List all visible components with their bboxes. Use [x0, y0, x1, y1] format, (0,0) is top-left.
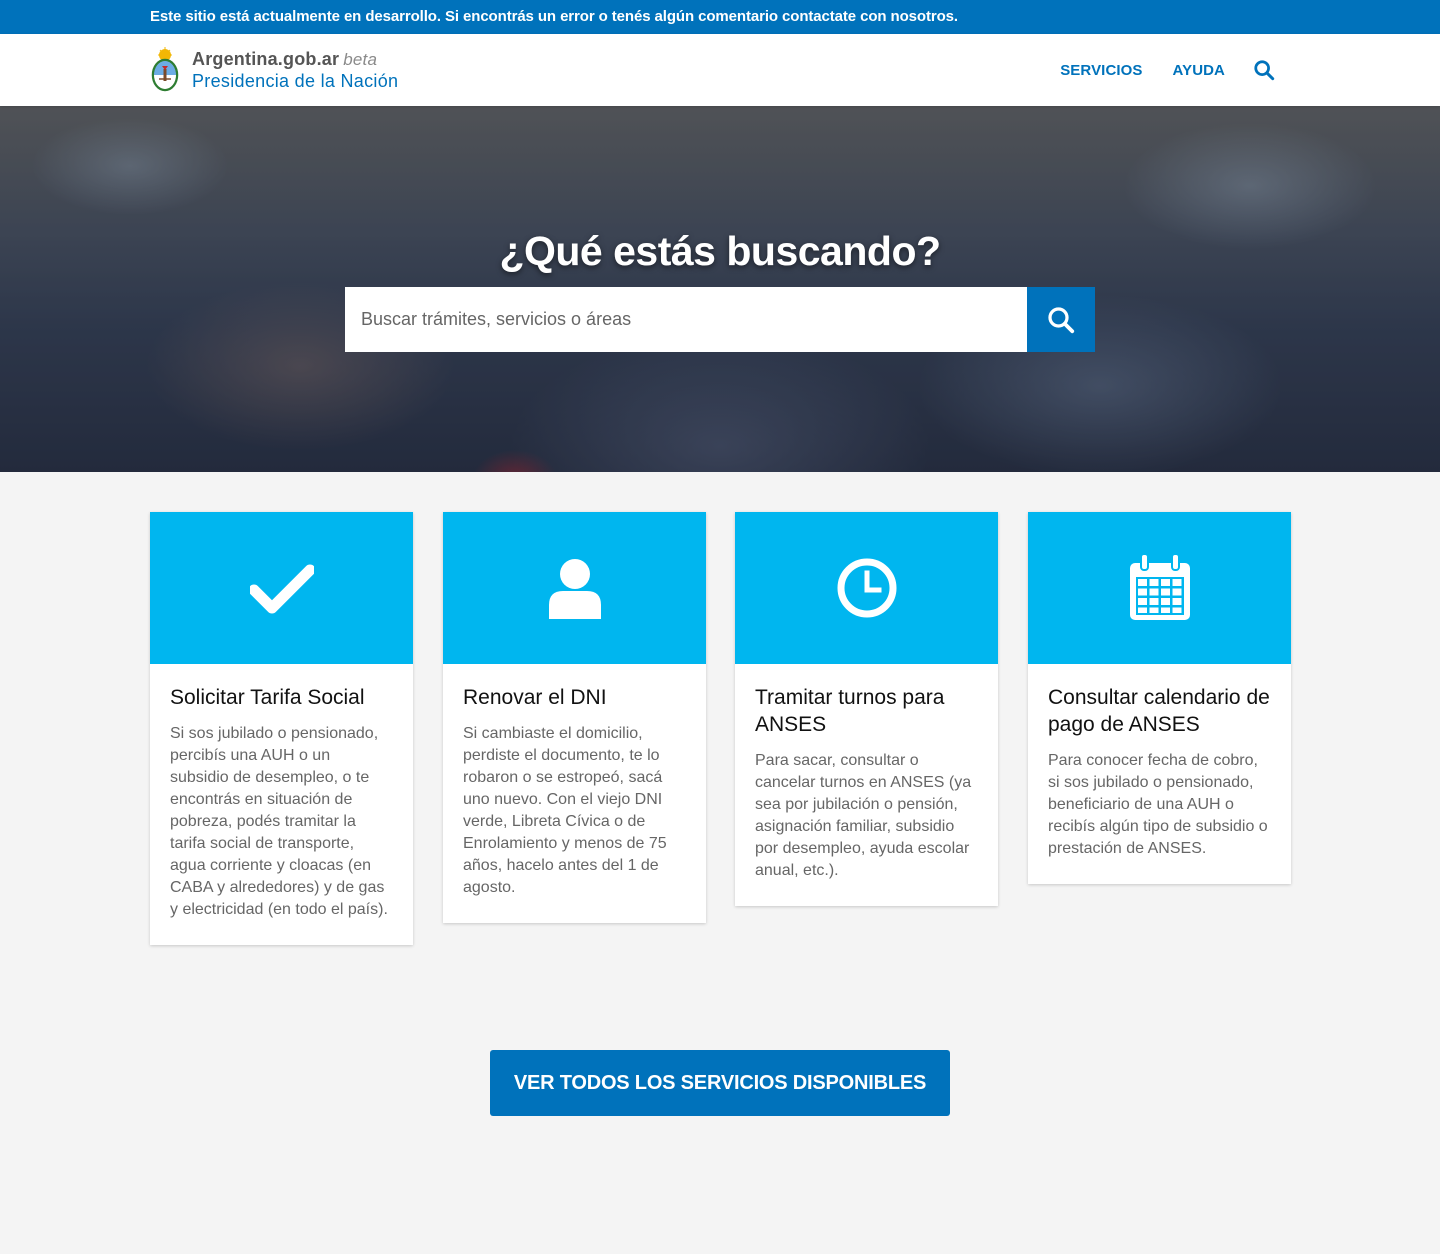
brand-subtitle: Presidencia de la Nación: [192, 70, 399, 91]
beta-notice-bar: Este sitio está actualmente en desarroll…: [0, 0, 1440, 34]
user-icon: [548, 559, 601, 619]
card-title: Renovar el DNI: [463, 686, 607, 709]
card-icon-area: [735, 512, 998, 664]
card-title: Solicitar Tarifa Social: [170, 686, 365, 709]
search-icon[interactable]: [1253, 59, 1275, 81]
brand-name: Argentina.gob.ar: [192, 48, 340, 69]
service-card-renovar-dni[interactable]: Renovar el DNI Si cambiaste el domicilio…: [443, 512, 706, 923]
hero-search-button[interactable]: [1027, 287, 1095, 352]
card-description: Para sacar, consultar o cancelar turnos …: [755, 752, 972, 879]
main-nav: SERVICIOS AYUDA: [1030, 34, 1275, 106]
service-card-calendario-anses[interactable]: Consultar calendario de pago de ANSES Pa…: [1028, 512, 1291, 884]
national-crest-icon: [151, 47, 179, 92]
hero-title: ¿Qué estás buscando?: [499, 228, 941, 274]
beta-label: beta: [343, 49, 378, 69]
service-card-turnos-anses[interactable]: Tramitar turnos para ANSES Para sacar, c…: [735, 512, 998, 906]
card-icon-area: [150, 512, 413, 664]
checkmark-icon: [249, 564, 314, 614]
card-description: Para conocer fecha de cobro, si sos jubi…: [1048, 752, 1268, 857]
card-title: Tramitar turnos para ANSES: [755, 686, 945, 736]
card-description: Si sos jubilado o pensionado, percibís u…: [170, 725, 388, 918]
card-icon-area: [443, 512, 706, 664]
card-description: Si cambiaste el domicilio, perdiste el d…: [463, 725, 667, 896]
card-title: Consultar calendario de pago de ANSES: [1048, 686, 1270, 736]
search-icon: [1048, 306, 1075, 333]
hero-banner: ¿Qué estás buscando?: [0, 106, 1440, 472]
calendar-icon: [1129, 553, 1190, 620]
clock-icon: [837, 558, 896, 618]
beta-notice-text: Este sitio está actualmente en desarroll…: [150, 8, 958, 25]
brand-logo-link[interactable]: Argentina.gob.ar beta Presidencia de la N…: [148, 44, 398, 96]
service-card-tarifa-social[interactable]: Solicitar Tarifa Social Si sos jubilado …: [150, 512, 413, 945]
nav-ayuda-link[interactable]: AYUDA: [1173, 62, 1225, 79]
card-icon-area: [1028, 512, 1291, 664]
view-all-services-button[interactable]: VER TODOS LOS SERVICIOS DISPONIBLES: [490, 1050, 950, 1116]
nav-servicios-link[interactable]: SERVICIOS: [1060, 62, 1142, 79]
site-header: Argentina.gob.ar beta Presidencia de la N…: [0, 34, 1440, 106]
hero-search-input[interactable]: [345, 287, 1027, 352]
